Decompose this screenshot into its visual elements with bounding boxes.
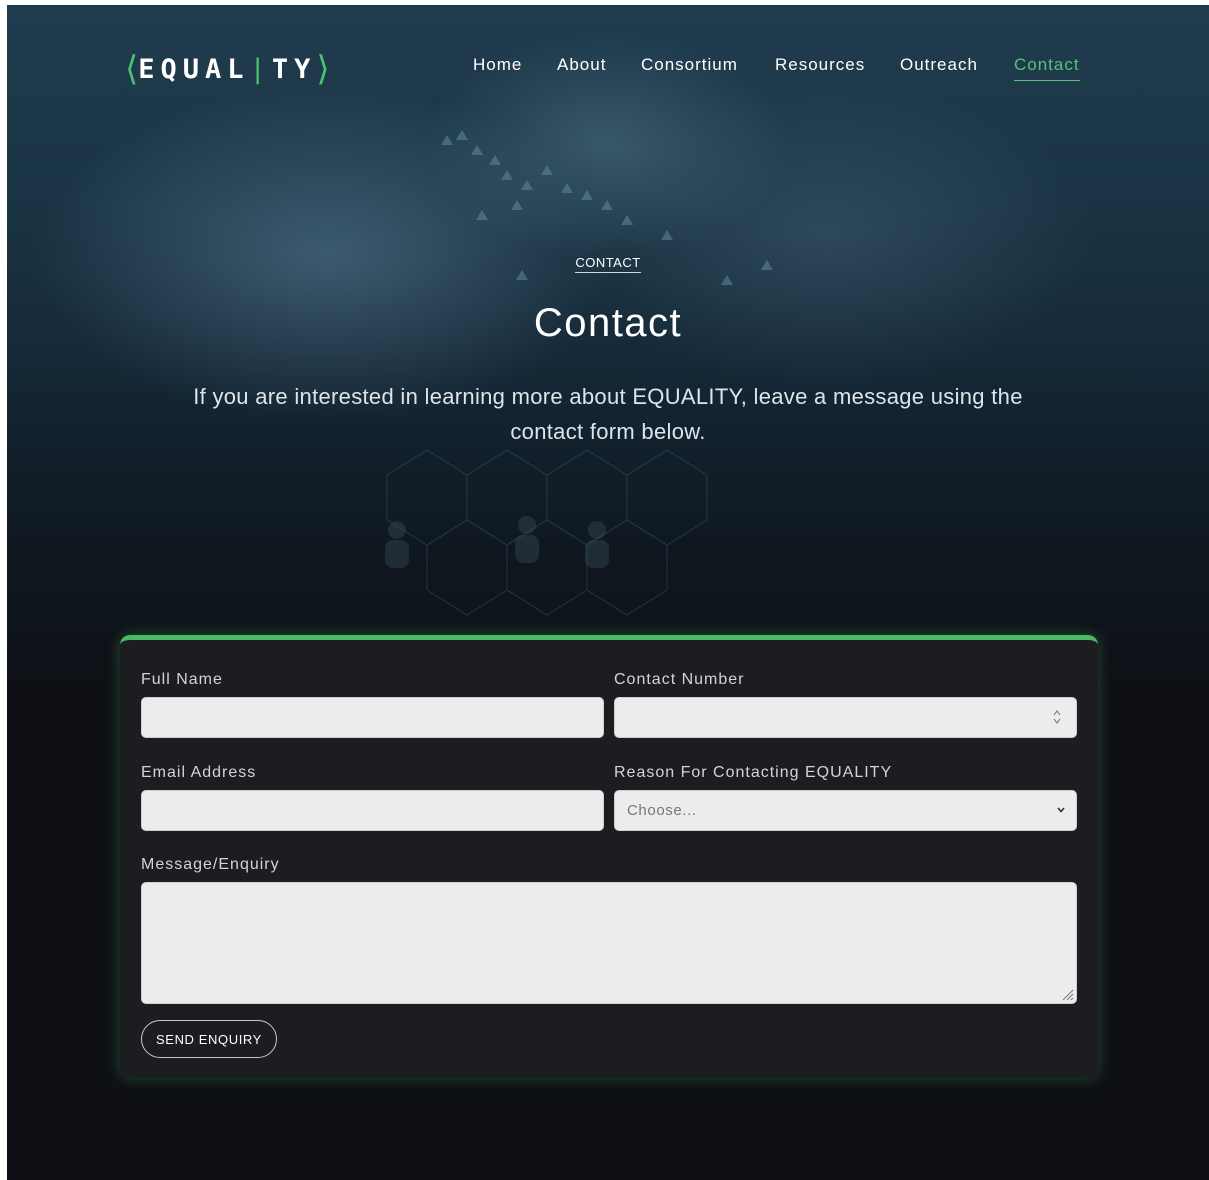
logo-divider-icon: | [249,53,266,85]
nav-home[interactable]: Home [473,55,522,75]
hero-subtitle: If you are interested in learning more a… [193,384,1023,444]
message-textarea[interactable] [141,882,1077,1004]
chevron-down-icon [1057,807,1065,813]
nav-resources[interactable]: Resources [775,55,865,75]
full-name-label: Full Name [141,671,223,688]
logo-text-suffix: TY [271,53,317,85]
email-label: Email Address [141,764,257,781]
contact-number-label: Contact Number [614,671,745,688]
hero-background [7,5,1209,695]
contact-number-input[interactable] [614,697,1077,738]
network-pattern-graphic [385,130,773,616]
nav-consortium[interactable]: Consortium [641,55,738,75]
hero-eyebrow: CONTACT [7,255,1209,273]
reason-select[interactable]: Choose... [614,790,1077,831]
page: ⟨ EQUAL | TY ⟩ Home About Consortium Res… [7,5,1209,1180]
logo-right-bracket-icon: ⟩ [316,49,330,89]
nav-contact[interactable]: Contact [1014,55,1080,81]
equality-logo[interactable]: ⟨ EQUAL | TY ⟩ [125,49,330,89]
nav-about[interactable]: About [557,55,606,75]
logo-text-prefix: EQUAL [138,53,250,85]
contact-form: Full Name Contact Number Email Address R… [120,635,1098,1078]
nav-outreach[interactable]: Outreach [900,55,978,75]
full-name-input[interactable] [141,697,604,738]
reason-label: Reason For Contacting EQUALITY [614,764,893,781]
resize-grip-icon[interactable] [1060,987,1074,1001]
logo-left-bracket-icon: ⟨ [125,49,139,89]
number-stepper-icon[interactable] [1052,707,1062,727]
message-label: Message/Enquiry [141,856,280,873]
page-title: Contact [533,301,683,345]
email-input[interactable] [141,790,604,831]
send-enquiry-button[interactable]: SEND ENQUIRY [141,1020,277,1058]
hero-eyebrow-text: CONTACT [575,255,641,273]
reason-selected-value: Choose... [627,802,697,819]
